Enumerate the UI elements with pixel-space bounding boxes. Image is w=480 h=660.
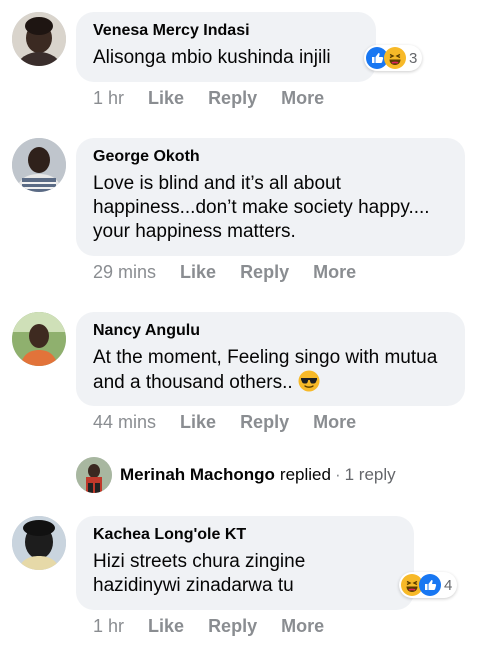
avatar[interactable] <box>12 12 66 66</box>
reply-author: Merinah Machongo <box>120 465 275 484</box>
comment-actions: 1 hr Like Reply More <box>93 88 324 109</box>
more-button[interactable]: More <box>313 262 356 283</box>
comment-text: Love is blind and it’s all about happine… <box>93 173 430 242</box>
comment-timestamp[interactable]: 1 hr <box>93 616 124 637</box>
view-replies-link[interactable]: Merinah Machongo replied · 1 reply <box>76 457 396 493</box>
comment-actions: 29 mins Like Reply More <box>93 262 356 283</box>
comment-actions: 1 hr Like Reply More <box>93 616 324 637</box>
like-icon <box>419 574 441 596</box>
comment-timestamp[interactable]: 1 hr <box>93 88 124 109</box>
comment-text: Alisonga mbio kushinda injili <box>93 47 331 68</box>
reply-button[interactable]: Reply <box>208 616 257 637</box>
avatar[interactable] <box>12 312 66 366</box>
more-button[interactable]: More <box>281 88 324 109</box>
more-button[interactable]: More <box>281 616 324 637</box>
like-button[interactable]: Like <box>180 412 216 433</box>
comment-actions: 44 mins Like Reply More <box>93 412 356 433</box>
comment-author[interactable]: George Okoth <box>93 147 448 167</box>
reaction-summary[interactable]: 4 <box>399 572 458 598</box>
comment-author[interactable]: Kachea Long'ole KT <box>93 525 397 545</box>
reply-button[interactable]: Reply <box>240 262 289 283</box>
comment-bubble: George Okoth Love is blind and it’s all … <box>76 138 465 256</box>
comment-text: At the moment, Feeling singo with mutua … <box>93 346 448 395</box>
like-button[interactable]: Like <box>180 262 216 283</box>
reply-button[interactable]: Reply <box>208 88 257 109</box>
reaction-summary[interactable]: 3 <box>364 45 423 71</box>
more-button[interactable]: More <box>313 412 356 433</box>
sunglasses-emoji-icon <box>298 370 320 392</box>
reply-count: 1 reply <box>344 465 396 484</box>
avatar[interactable] <box>12 516 66 570</box>
comment-author[interactable]: Venesa Mercy Indasi <box>93 21 359 41</box>
reply-button[interactable]: Reply <box>240 412 289 433</box>
comment-text: Hizi streets chura zingine hazidinywi zi… <box>93 551 306 596</box>
comment-bubble: Nancy Angulu At the moment, Feeling sing… <box>76 312 465 406</box>
comment-bubble: Venesa Mercy Indasi Alisonga mbio kushin… <box>76 12 376 82</box>
laugh-icon <box>384 47 406 69</box>
avatar[interactable] <box>12 138 66 192</box>
separator-dot: · <box>334 465 341 484</box>
reaction-count: 3 <box>409 49 418 67</box>
replied-label: replied <box>279 465 331 484</box>
comment-timestamp[interactable]: 29 mins <box>93 262 156 283</box>
like-button[interactable]: Like <box>148 616 184 637</box>
avatar <box>76 457 112 493</box>
reaction-count: 4 <box>444 576 453 594</box>
comment-text-content: At the moment, Feeling singo with mutua … <box>93 347 438 393</box>
like-button[interactable]: Like <box>148 88 184 109</box>
comment-bubble: Kachea Long'ole KT Hizi streets chura zi… <box>76 516 414 610</box>
comment-timestamp[interactable]: 44 mins <box>93 412 156 433</box>
comment-author[interactable]: Nancy Angulu <box>93 321 448 341</box>
